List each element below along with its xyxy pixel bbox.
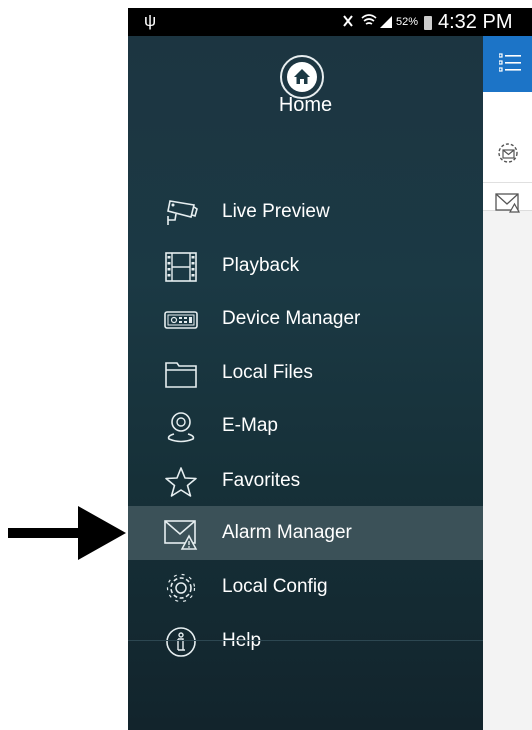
menu-item-label: Favorites [222,470,301,491]
clock: 4:32 PM [438,11,513,33]
menu-item-label: Playback [222,255,300,276]
map-pin-icon [167,412,195,443]
usb-icon: ψ [144,11,157,30]
home-label: Home [278,94,333,116]
battery-percent: 52% [396,16,419,28]
dvr-icon [164,311,198,329]
menu-item-live-preview[interactable]: Live Preview [128,187,483,239]
menu-item-label: Live Preview [222,201,330,222]
home-button[interactable] [280,55,324,99]
menu-item-playback[interactable]: Playback [128,241,483,293]
folder-icon [165,362,197,388]
background-app [483,36,532,730]
signal-icons [342,12,394,34]
app-bar [483,36,532,92]
star-icon [165,467,197,497]
menu-item-alarm-manager[interactable]: Alarm Manager [128,506,483,560]
phone-screen: ψ 52% 4:32 PM Home Live Preview Playback… [128,8,532,730]
divider [483,182,532,183]
menu-item-help[interactable]: Help [128,616,483,668]
status-bar: ψ 52% 4:32 PM [128,8,532,36]
annotation-arrow-icon [8,506,126,560]
gear-icon [166,573,196,603]
alarm-mail-icon [164,520,198,550]
menu-item-label: Local Files [222,362,313,383]
camera-icon [167,200,198,225]
menu-item-local-files[interactable]: Local Files [128,348,483,400]
menu-item-label: Alarm Manager [222,522,352,543]
list-menu-icon[interactable] [499,53,521,73]
menu-item-device-manager[interactable]: Device Manager [128,294,483,346]
film-icon [165,252,197,282]
alarm-mail-icon[interactable] [495,192,521,214]
battery-icon [424,16,432,30]
menu-item-label: E-Map [222,415,278,436]
menu-item-e-map[interactable]: E-Map [128,401,483,453]
home-icon [287,62,317,92]
menu-item-label: Help [222,630,262,651]
navigation-drawer: Home Live Preview Playback Device Manage… [128,36,483,730]
help-icon [166,627,196,657]
gear-mail-icon[interactable] [495,140,521,166]
drawer-divider [128,640,483,641]
menu-item-favorites[interactable]: Favorites [128,456,483,508]
menu-item-local-config[interactable]: Local Config [128,562,483,614]
menu-item-label: Device Manager [222,308,361,329]
menu-item-label: Local Config [222,576,328,597]
